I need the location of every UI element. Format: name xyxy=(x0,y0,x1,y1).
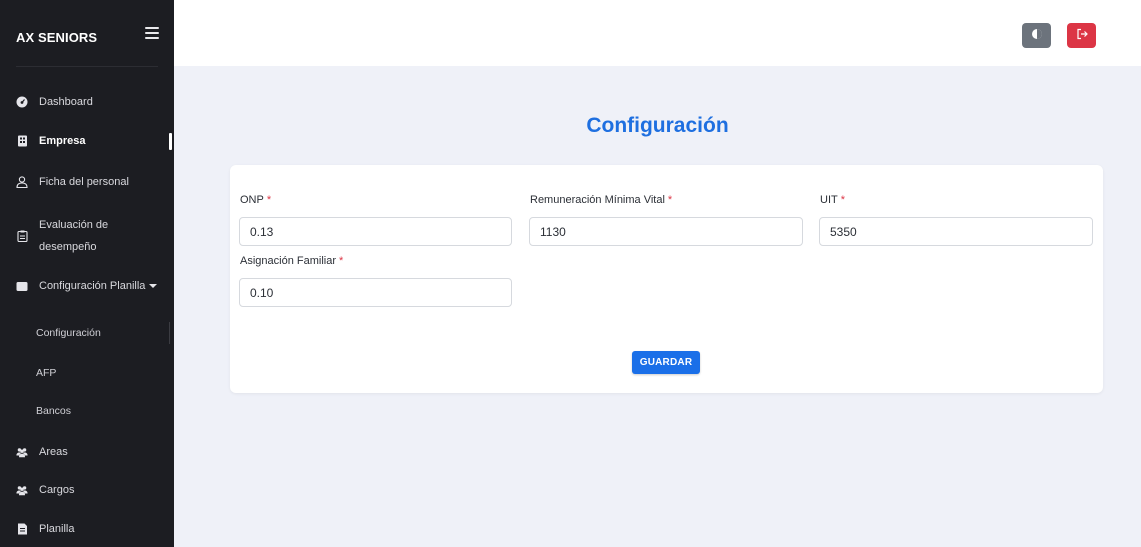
submenu-indicator xyxy=(169,322,170,344)
dashboard-gauge-icon xyxy=(16,96,28,108)
sidebar-item-label: Planilla xyxy=(39,523,75,535)
sidebar-item-ficha-personal[interactable]: Ficha del personal xyxy=(0,173,174,191)
asignacion-familiar-input[interactable] xyxy=(239,278,512,307)
logout-button[interactable] xyxy=(1067,23,1096,48)
uit-label: UIT * xyxy=(820,194,845,206)
sidebar-item-label: Evaluación de xyxy=(39,219,109,231)
users-group-icon xyxy=(16,484,28,496)
wallet-icon xyxy=(16,280,28,292)
onp-input[interactable] xyxy=(239,217,512,246)
user-icon xyxy=(16,176,28,188)
rmv-label: Remuneración Mínima Vital * xyxy=(530,194,672,206)
document-icon xyxy=(16,523,28,535)
onp-label-text: ONP xyxy=(240,194,264,206)
sidebar-subitem-configuracion[interactable]: Configuración xyxy=(36,327,101,339)
required-mark: * xyxy=(266,194,272,206)
divider xyxy=(16,66,158,67)
brand-name: AX SENIORS xyxy=(16,30,98,45)
asignacion-familiar-label: Asignación Familiar * xyxy=(240,255,343,267)
required-mark: * xyxy=(667,194,673,206)
required-mark: * xyxy=(338,255,344,267)
sidebar-subitem-bancos[interactable]: Bancos xyxy=(36,405,71,417)
save-button[interactable]: GUARDAR xyxy=(632,351,700,374)
sidebar-item-label: Dashboard xyxy=(39,96,93,108)
sidebar-item-label: Configuración Planilla xyxy=(39,280,146,292)
theme-toggle-button[interactable] xyxy=(1022,23,1051,48)
hamburger-menu-icon[interactable] xyxy=(145,27,159,41)
sidebar-item-label: Areas xyxy=(39,446,68,458)
sidebar-item-cargos[interactable]: Cargos xyxy=(0,481,174,499)
sidebar-item-configuracion-planilla[interactable]: Configuración Planilla xyxy=(0,277,174,295)
sidebar: AX SENIORS Dashboard Empresa Ficha del p… xyxy=(0,0,174,547)
clipboard-icon xyxy=(16,230,28,242)
sidebar-item-planilla[interactable]: Planilla xyxy=(0,520,174,538)
uit-input[interactable] xyxy=(819,217,1093,246)
rmv-label-text: Remuneración Mínima Vital xyxy=(530,194,665,206)
page-title: Configuración xyxy=(586,114,729,137)
sidebar-item-areas[interactable]: Areas xyxy=(0,443,174,461)
asignacion-label-text: Asignación Familiar xyxy=(240,255,336,267)
sidebar-item-dashboard[interactable]: Dashboard xyxy=(0,93,174,111)
contrast-icon xyxy=(1031,27,1043,45)
required-mark: * xyxy=(840,194,846,206)
sidebar-item-label: Ficha del personal xyxy=(39,176,129,188)
rmv-input[interactable] xyxy=(529,217,803,246)
sidebar-item-label: desempeño xyxy=(39,241,97,253)
sidebar-item-evaluacion[interactable]: Evaluación de desempeño xyxy=(0,213,174,259)
sidebar-item-label-group: Evaluación de desempeño xyxy=(39,214,108,258)
top-header xyxy=(174,0,1141,66)
sidebar-item-label: Cargos xyxy=(39,484,75,496)
onp-label: ONP * xyxy=(240,194,271,206)
sign-out-icon xyxy=(1076,27,1088,45)
caret-down-icon xyxy=(149,284,158,288)
users-group-icon xyxy=(16,446,28,458)
uit-label-text: UIT xyxy=(820,194,838,206)
sidebar-subitem-afp[interactable]: AFP xyxy=(36,367,56,379)
